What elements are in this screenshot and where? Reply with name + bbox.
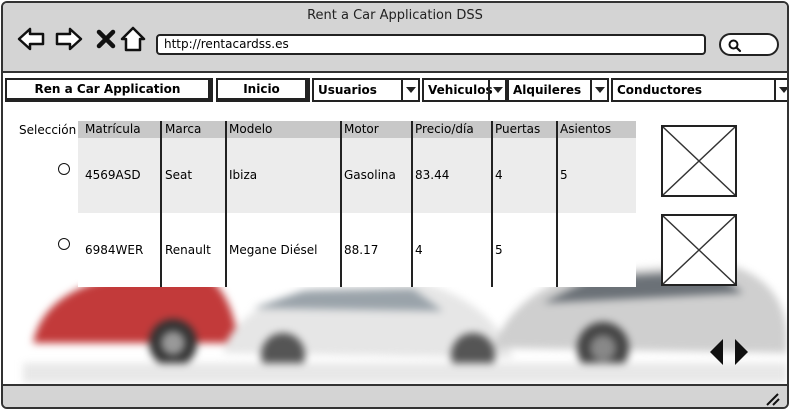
cell-precio: 4 xyxy=(415,243,423,257)
chevron-down-icon xyxy=(401,80,418,100)
column-divider xyxy=(160,121,162,287)
resize-grip-icon[interactable] xyxy=(765,392,781,406)
cell-modelo: Ibiza xyxy=(229,168,258,182)
pagination-arrows xyxy=(710,339,748,365)
cell-matricula: 6984WER xyxy=(85,243,144,257)
header-marca: Marca xyxy=(165,122,202,136)
cell-puertas: 4 xyxy=(495,168,503,182)
conductores-dropdown[interactable]: Conductores xyxy=(611,78,787,102)
alquileres-label: Alquileres xyxy=(513,83,582,97)
title-bar: Rent a Car Application DSS http://rentac… xyxy=(3,3,787,73)
inicio-button[interactable]: Inicio xyxy=(216,78,310,102)
header-modelo: Modelo xyxy=(229,122,273,136)
search-field[interactable] xyxy=(719,33,779,56)
column-divider xyxy=(225,121,227,287)
header-asientos: Asientos xyxy=(560,122,612,136)
next-arrow-icon[interactable] xyxy=(735,339,748,365)
forward-arrow-icon[interactable] xyxy=(55,25,83,53)
app-home-button[interactable]: Ren a Car Application xyxy=(5,78,213,102)
inicio-label: Inicio xyxy=(243,82,280,96)
cell-motor: Gasolina xyxy=(344,168,396,182)
app-home-label: Ren a Car Application xyxy=(34,82,181,96)
column-divider xyxy=(411,121,413,287)
vehicle-image-placeholder-1 xyxy=(661,125,737,197)
header-matricula: Matrícula xyxy=(85,122,141,136)
cell-matricula: 4569ASD xyxy=(85,168,141,182)
cell-precio: 83.44 xyxy=(415,168,450,182)
cell-marca: Renault xyxy=(165,243,211,257)
column-divider xyxy=(340,121,342,287)
conductores-label: Conductores xyxy=(617,83,703,97)
column-divider xyxy=(556,121,558,287)
row-2-radio[interactable] xyxy=(58,238,70,250)
previous-arrow-icon[interactable] xyxy=(710,339,723,365)
cell-marca: Seat xyxy=(165,168,193,182)
menu-bar: Ren a Car Application Inicio Usuarios Ve… xyxy=(3,75,787,105)
cell-asientos: 5 xyxy=(560,168,568,182)
header-motor: Motor xyxy=(344,122,379,136)
close-icon[interactable] xyxy=(92,25,120,53)
app-window: Rent a Car Application DSS http://rentac… xyxy=(1,1,789,409)
alquileres-dropdown[interactable]: Alquileres xyxy=(507,78,609,102)
back-arrow-icon[interactable] xyxy=(17,25,45,53)
chevron-down-icon xyxy=(590,80,607,100)
usuarios-label: Usuarios xyxy=(318,83,377,97)
home-icon[interactable] xyxy=(119,25,147,53)
header-precio: Precio/día xyxy=(415,122,474,136)
chevron-down-icon xyxy=(488,80,505,100)
selection-label: Selección xyxy=(19,123,77,137)
usuarios-dropdown[interactable]: Usuarios xyxy=(312,78,420,102)
vehiculos-label: Vehiculos xyxy=(428,83,493,97)
header-puertas: Puertas xyxy=(495,122,541,136)
cell-motor: 88.17 xyxy=(344,243,379,257)
status-bar xyxy=(3,384,787,407)
vehicle-image-placeholder-2 xyxy=(661,214,737,286)
url-field[interactable]: http://rentacardss.es xyxy=(156,34,706,55)
window-title: Rent a Car Application DSS xyxy=(307,8,483,23)
row-1-radio[interactable] xyxy=(58,163,70,175)
cell-puertas: 5 xyxy=(495,243,503,257)
column-divider xyxy=(491,121,493,287)
cell-modelo: Megane Diésel xyxy=(229,243,318,257)
vehiculos-dropdown[interactable]: Vehiculos xyxy=(422,78,507,102)
chevron-down-icon xyxy=(774,80,787,100)
vehicles-table: Matrícula Marca Modelo Motor Precio/día … xyxy=(78,121,636,287)
search-icon xyxy=(728,39,742,53)
